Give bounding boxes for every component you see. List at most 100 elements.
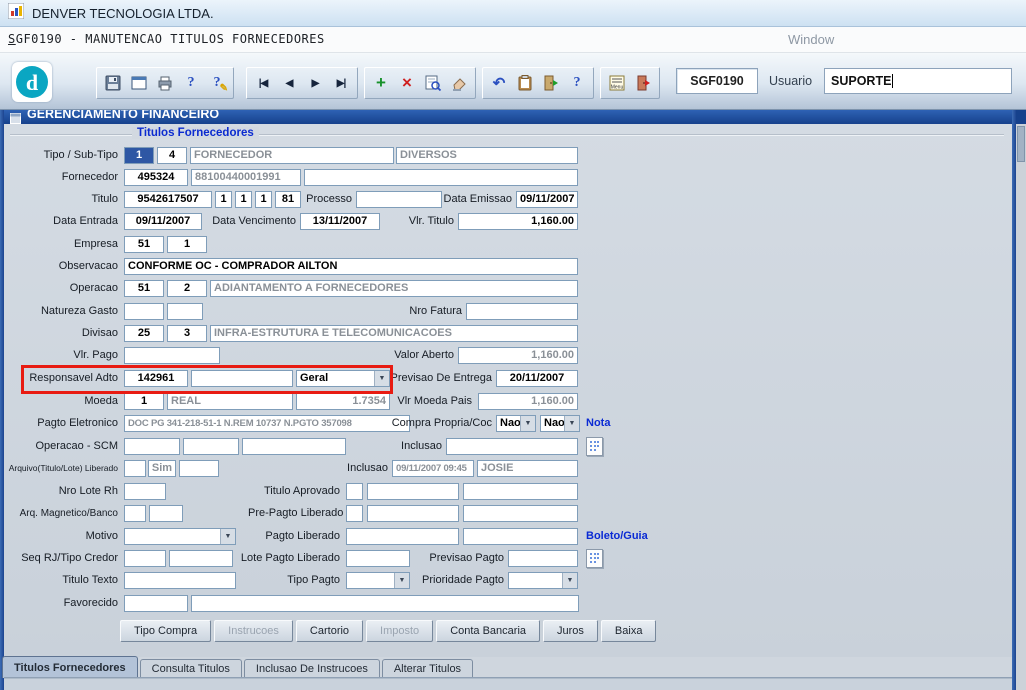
nro-fatura-field[interactable] [466, 303, 578, 320]
previous-record-button[interactable]: ◀ [277, 71, 301, 95]
data-entrada-field[interactable]: 09/11/2007 [124, 213, 202, 230]
chevron-down-icon[interactable]: ▼ [562, 573, 577, 588]
moeda-nome-field[interactable]: REAL [167, 393, 293, 410]
exit-button[interactable] [631, 71, 655, 95]
inclusao-scm-field[interactable] [446, 438, 578, 455]
fornecedor-codigo-field[interactable]: 495324 [124, 169, 188, 186]
run-form-button[interactable] [127, 71, 151, 95]
empresa-field-1[interactable]: 51 [124, 236, 164, 253]
valor-aberto-field[interactable]: 1,160.00 [458, 347, 578, 364]
favorecido-field-2[interactable] [191, 595, 579, 612]
prioridade-pagto-dropdown[interactable]: ▼ [508, 572, 578, 589]
arquivo-field-1[interactable] [124, 460, 146, 477]
chevron-down-icon[interactable]: ▼ [394, 573, 409, 588]
conta-bancaria-button[interactable]: Conta Bancaria [436, 620, 540, 642]
arq-magnetico-field-2[interactable] [149, 505, 183, 522]
menu-form-title[interactable]: SGF0190 - MANUTENCAO TITULOS FORNECEDORE… [8, 32, 325, 46]
compra-propria-dropdown-2[interactable]: Nao▼ [540, 415, 580, 432]
divisao-desc-field[interactable]: INFRA-ESTRUTURA E TELECOMUNICACOES [210, 325, 578, 342]
responsavel-codigo-field[interactable]: 142961 [124, 370, 188, 387]
arquivo-field-3[interactable] [179, 460, 219, 477]
baixa-button[interactable]: Baixa [601, 620, 657, 642]
nota-link[interactable]: Nota [586, 417, 610, 429]
help-button-2[interactable]: ? [565, 71, 589, 95]
responsavel-nome-field[interactable] [191, 370, 293, 387]
divisao-field-1[interactable]: 25 [124, 325, 164, 342]
moeda-codigo-field[interactable]: 1 [124, 393, 164, 410]
favorecido-field-1[interactable] [124, 595, 188, 612]
processo-field[interactable] [356, 191, 442, 208]
seq-rj-field-1[interactable] [124, 550, 166, 567]
menu-window[interactable]: Window [788, 32, 834, 47]
pre-pagto-field-3[interactable] [463, 505, 578, 522]
scrollbar-thumb[interactable] [1017, 126, 1025, 162]
inclusao-data-field[interactable]: 09/11/2007 09:45 [392, 460, 474, 477]
juros-button[interactable]: Juros [543, 620, 598, 642]
vlr-moeda-pais-field[interactable]: 1,160.00 [478, 393, 578, 410]
operacao-scm-field-1[interactable] [124, 438, 180, 455]
cartorio-button[interactable]: Cartorio [296, 620, 363, 642]
moeda-taxa-field[interactable]: 1.7354 [296, 393, 390, 410]
subtipo-field[interactable]: 4 [157, 147, 187, 164]
inclusao-usuario-field[interactable]: JOSIE [477, 460, 578, 477]
menu-icon[interactable]: Menu [605, 71, 629, 95]
subtipo-desc-field[interactable]: DIVERSOS [396, 147, 578, 164]
commit-exit-button[interactable] [539, 71, 563, 95]
seq-rj-field-2[interactable] [169, 550, 233, 567]
operacao-field-1[interactable]: 51 [124, 280, 164, 297]
natureza-field-2[interactable] [167, 303, 203, 320]
previsao-entrega-field[interactable]: 20/11/2007 [496, 370, 578, 387]
next-record-button[interactable]: ▶ [303, 71, 327, 95]
undo-button[interactable]: ↶ [487, 71, 511, 95]
empresa-field-2[interactable]: 1 [167, 236, 207, 253]
chevron-down-icon[interactable]: ▼ [564, 416, 579, 431]
tipo-compra-button[interactable]: Tipo Compra [120, 620, 211, 642]
titulo-numero-field[interactable]: 9542617507 [124, 191, 212, 208]
chevron-down-icon[interactable]: ▼ [220, 529, 235, 544]
observacao-field[interactable]: CONFORME OC - COMPRADOR AILTON [124, 258, 578, 275]
tipo-pagto-dropdown[interactable]: ▼ [346, 572, 410, 589]
print-button[interactable] [153, 71, 177, 95]
lote-pagto-liberado-field[interactable] [346, 550, 410, 567]
tab-inclusao-de-instrucoes[interactable]: Inclusao De Instrucoes [244, 659, 380, 678]
tipo-desc-field[interactable]: FORNECEDOR [190, 147, 394, 164]
titulo-seq4-field[interactable]: 81 [275, 191, 301, 208]
pagto-liberado-field-2[interactable] [463, 528, 578, 545]
save-button[interactable] [101, 71, 125, 95]
clear-query-button[interactable] [447, 71, 471, 95]
titulo-seq2-field[interactable]: 1 [235, 191, 252, 208]
query-button[interactable] [421, 71, 445, 95]
last-record-button[interactable]: ▶| [329, 71, 353, 95]
nota-doc-icon[interactable] [586, 437, 603, 456]
tab-alterar-titulos[interactable]: Alterar Titulos [382, 659, 473, 678]
titulo-texto-field[interactable] [124, 572, 236, 589]
boleto-doc-icon[interactable] [586, 549, 603, 568]
arq-magnetico-field-1[interactable] [124, 505, 146, 522]
tab-consulta-titulos[interactable]: Consulta Titulos [140, 659, 242, 678]
tipo-field[interactable]: 1 [124, 147, 154, 164]
operacao-scm-field-3[interactable] [242, 438, 346, 455]
arquivo-sim-field[interactable]: Sim [148, 460, 176, 477]
fornecedor-nome-field[interactable] [304, 169, 578, 186]
divisao-field-2[interactable]: 3 [167, 325, 207, 342]
previsao-pagto-field[interactable] [508, 550, 578, 567]
titulo-aprovado-field-3[interactable] [463, 483, 578, 500]
operacao-scm-field-2[interactable] [183, 438, 239, 455]
instrucoes-button[interactable]: Instrucoes [214, 620, 293, 642]
data-vencimento-field[interactable]: 13/11/2007 [300, 213, 380, 230]
pagto-eletronico-field[interactable]: DOC PG 341-218-51-1 N.REM 10737 N.PGTO 3… [124, 415, 410, 432]
fornecedor-cnpj-field[interactable]: 88100440001991 [191, 169, 301, 186]
usuario-input[interactable]: SUPORTE [824, 68, 1012, 94]
titulo-seq3-field[interactable]: 1 [255, 191, 272, 208]
chevron-down-icon[interactable]: ▼ [520, 416, 535, 431]
titulo-aprovado-field-2[interactable] [367, 483, 459, 500]
help-button[interactable]: ? [179, 71, 203, 95]
operacao-field-2[interactable]: 2 [167, 280, 207, 297]
pagto-liberado-field-1[interactable] [346, 528, 459, 545]
titulo-seq1-field[interactable]: 1 [215, 191, 232, 208]
compra-propria-dropdown-1[interactable]: Nao▼ [496, 415, 536, 432]
insert-record-button[interactable]: + [369, 71, 393, 95]
titulo-aprovado-field-1[interactable] [346, 483, 363, 500]
nro-lote-rh-field[interactable] [124, 483, 166, 500]
responsavel-tipo-dropdown[interactable]: Geral▼ [296, 370, 390, 387]
